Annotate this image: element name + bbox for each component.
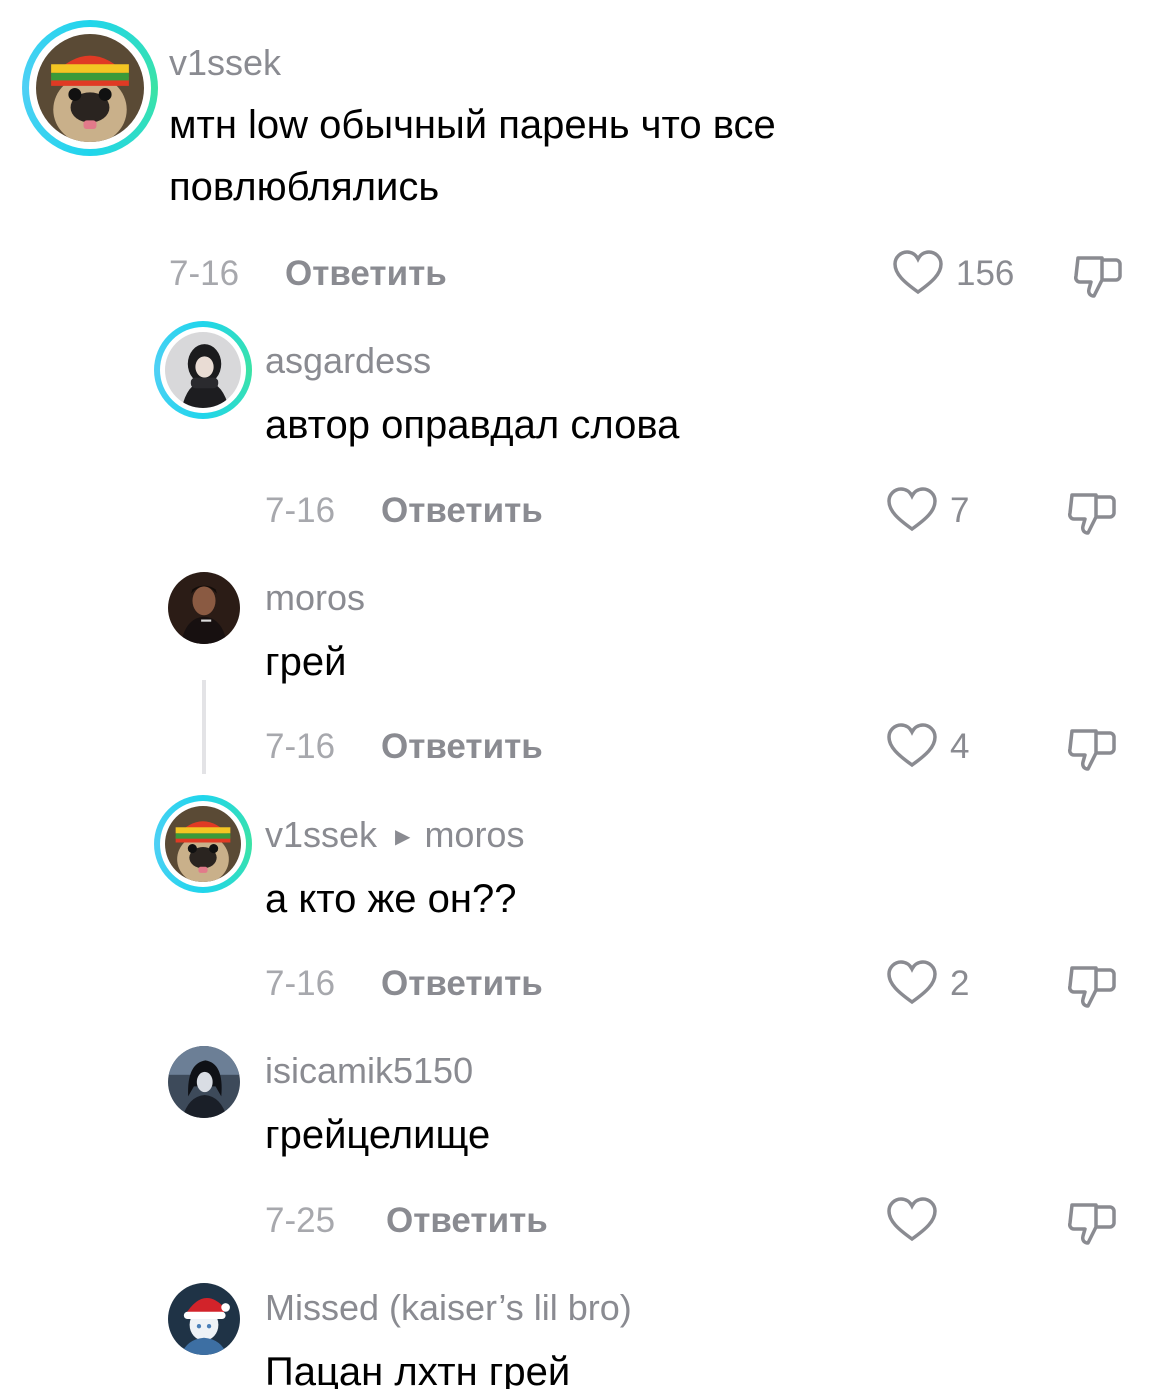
comment-text-line: повлюблялись <box>169 165 440 209</box>
reply-to-username[interactable]: moros <box>424 814 524 855</box>
avatar[interactable] <box>165 332 241 408</box>
avatar[interactable] <box>36 34 144 142</box>
username[interactable]: Missed (kaiser’s lil bro) <box>265 1287 632 1329</box>
thumbs-down-icon[interactable] <box>1066 960 1118 1012</box>
comment-text: а кто же он?? <box>265 868 1065 930</box>
anime-dark-avatar-icon <box>168 1046 240 1118</box>
comment-text-line: грей <box>265 640 347 684</box>
avatar[interactable] <box>168 1283 240 1355</box>
pug-rasta-avatar-icon <box>36 34 144 142</box>
heart-outline-icon[interactable] <box>892 250 944 296</box>
avatar[interactable] <box>165 806 241 882</box>
comment-text: грей <box>265 631 1065 693</box>
username[interactable]: v1ssek <box>265 814 377 855</box>
comment-text-line: а кто же он?? <box>265 877 517 921</box>
comment-text: мтн low обычный парень что все повлюблял… <box>169 94 1069 218</box>
triangle-right-icon: ▶ <box>395 826 411 848</box>
heart-outline-icon[interactable] <box>886 960 938 1006</box>
username[interactable]: moros <box>265 577 365 619</box>
reply-button[interactable]: Ответить <box>381 727 543 767</box>
reply-button[interactable]: Ответить <box>386 1201 548 1241</box>
man-smoking-avatar-icon <box>168 572 240 644</box>
heart-outline-icon[interactable] <box>886 723 938 769</box>
thread-line <box>202 680 206 774</box>
anime-santa-hat-avatar-icon <box>168 1283 240 1355</box>
like-count: 2 <box>950 964 970 1003</box>
username[interactable]: asgardess <box>265 340 431 382</box>
pug-rasta-avatar-icon <box>165 806 241 882</box>
like-count: 4 <box>950 727 970 766</box>
username[interactable]: isicamik5150 <box>265 1050 473 1092</box>
comment-date: 7-16 <box>169 254 240 293</box>
comment-date: 7-25 <box>265 1201 336 1240</box>
comment-text-line: автор оправдал слова <box>265 403 680 447</box>
comment-date: 7-16 <box>265 727 336 766</box>
comment-text: Пацан лхтн грей <box>265 1341 1065 1389</box>
thumbs-down-icon[interactable] <box>1066 723 1118 775</box>
thumbs-down-icon[interactable] <box>1072 250 1124 302</box>
username[interactable]: v1ssek <box>169 42 281 84</box>
comment-date: 7-16 <box>265 491 336 530</box>
like-count: 156 <box>956 254 1015 293</box>
comment-text: автор оправдал слова <box>265 394 1065 456</box>
comment-date: 7-16 <box>265 964 336 1003</box>
comment-text-line: мтн low обычный парень что все <box>169 103 776 147</box>
comment-text-line: Пацан лхтн грей <box>265 1350 571 1389</box>
username-line: v1ssek ▶ moros <box>265 814 524 856</box>
reply-button[interactable]: Ответить <box>285 254 447 294</box>
avatar[interactable] <box>168 1046 240 1118</box>
dark-hair-girl-avatar-icon <box>165 332 241 408</box>
comment-text-line: грейцелище <box>265 1113 491 1157</box>
reply-button[interactable]: Ответить <box>381 491 543 531</box>
reply-button[interactable]: Ответить <box>381 964 543 1004</box>
thumbs-down-icon[interactable] <box>1066 487 1118 539</box>
avatar[interactable] <box>168 572 240 644</box>
like-count: 7 <box>950 491 970 530</box>
heart-outline-icon[interactable] <box>886 1197 938 1243</box>
thumbs-down-icon[interactable] <box>1066 1197 1118 1249</box>
heart-outline-icon[interactable] <box>886 487 938 533</box>
comment-text: грейцелище <box>265 1104 1065 1166</box>
